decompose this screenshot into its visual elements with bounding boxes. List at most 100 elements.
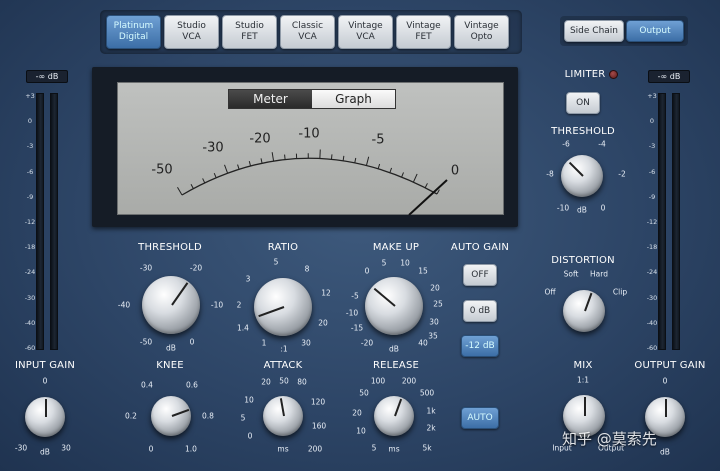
vu-tick	[202, 178, 206, 184]
input-gain-knob-tick-label: -30	[14, 443, 28, 453]
meter-scale-tick: -60	[24, 344, 36, 352]
model-button-0[interactable]: Platinum Digital	[106, 15, 161, 49]
makeup-knob[interactable]	[365, 277, 423, 335]
meter-scale-tick: -18	[24, 243, 36, 252]
makeup-knob-tick-label: 10	[400, 258, 410, 268]
limiter-threshold-knob-tick-label: -2	[618, 169, 626, 179]
ratio-knob[interactable]	[254, 278, 312, 336]
input-level-readout: -∞ dB	[26, 70, 68, 83]
mix-knob-pointer	[584, 396, 586, 416]
vu-tick	[271, 152, 275, 162]
limiter-threshold-knob-tick-label: -4	[598, 139, 606, 149]
meter-scale-tick: 0	[649, 117, 655, 126]
meter-scale-tick: -30	[646, 293, 658, 302]
vu-tick	[412, 173, 418, 183]
input-gain-knob[interactable]	[25, 397, 65, 437]
meter-scale-tick: -30	[24, 293, 36, 302]
ratio-knob-tick-label: 20	[318, 318, 328, 328]
meter-scale-tick: 0	[27, 117, 33, 126]
meter-scale-tick: -40	[646, 318, 658, 327]
makeup-knob-tick-label: 20	[430, 283, 440, 293]
meter-scale-tick: -3	[26, 142, 34, 151]
meter-scale-tick: -40	[24, 318, 36, 327]
makeup-knob-tick-label: -5	[351, 291, 359, 301]
release-knob-tick-label: 2k	[426, 423, 436, 433]
ratio-knob-tick-label: 1	[261, 338, 267, 348]
output-gain-knob-tick-label: 0	[662, 376, 668, 386]
limiter-threshold-knob-pointer	[568, 161, 584, 177]
attack-knob-tick-label: 10	[244, 395, 254, 405]
release-auto-button[interactable]: AUTO	[461, 407, 499, 429]
release-knob-tick-label: ms	[388, 444, 400, 454]
ratio-knob-tick-label: 5	[273, 257, 279, 267]
knee-knob-tick-label: 0	[148, 444, 154, 454]
vu-tick	[190, 184, 194, 189]
distortion-knob-tick-label: Hard	[590, 269, 608, 279]
auto-gain-0db-button[interactable]: 0 dB	[463, 300, 497, 322]
vu-scale-label: -50	[151, 162, 173, 178]
limiter-on-button[interactable]: ON	[566, 92, 600, 114]
threshold-knob-tick-label: -40	[117, 300, 131, 310]
makeup-label: MAKE UP	[372, 242, 420, 253]
attack-knob-tick-label: 200	[307, 444, 323, 454]
model-button-6[interactable]: Vintage Opto	[454, 15, 509, 49]
limiter-threshold-label: THRESHOLD	[551, 126, 615, 137]
attack-knob-tick-label: ms	[277, 444, 289, 454]
limiter-threshold-knob-tick-label: -10	[556, 203, 570, 213]
meter-scale-tick: -6	[26, 167, 34, 176]
auto-gain-minus12-button[interactable]: -12 dB	[461, 335, 499, 357]
vu-tick	[248, 161, 252, 167]
vu-tick	[342, 155, 345, 161]
model-button-1[interactable]: Studio VCA	[164, 15, 219, 49]
ratio-knob-tick-label: 3	[245, 274, 251, 284]
threshold-knob-tick-label: -20	[189, 263, 203, 273]
attack-knob-pointer	[279, 397, 285, 417]
knee-knob-tick-label: 1.0	[185, 444, 197, 454]
side-chain-button[interactable]: Side Chain	[564, 20, 624, 42]
limiter-threshold-knob[interactable]	[561, 155, 603, 197]
makeup-knob-tick-label: dB	[389, 344, 399, 354]
threshold-knob[interactable]	[142, 276, 200, 334]
mix-knob-tick-label: 1:1	[576, 375, 590, 385]
vu-scale-label: 0	[450, 163, 460, 179]
knee-knob[interactable]	[151, 396, 191, 436]
model-button-5[interactable]: Vintage FET	[396, 15, 451, 49]
model-button-3[interactable]: Classic VCA	[280, 15, 335, 49]
vu-scale-label: -5	[371, 132, 385, 148]
meter-scale-tick: -3	[648, 142, 656, 151]
meter-scale-tick: -9	[648, 192, 656, 201]
makeup-knob-tick-label: -20	[360, 338, 374, 348]
auto-gain-off-button[interactable]: OFF	[463, 264, 497, 286]
distortion-knob-tick-label: Clip	[612, 287, 628, 297]
makeup-knob-tick-label: 5	[381, 258, 387, 268]
ratio-knob-tick-label: 2	[236, 300, 242, 310]
makeup-knob-tick-label: 40	[418, 338, 428, 348]
release-knob[interactable]	[374, 396, 414, 436]
release-knob-tick-label: 1k	[426, 406, 436, 416]
meter-scale-tick: -12	[24, 218, 36, 226]
vu-tick	[365, 156, 370, 166]
output-button[interactable]: Output	[626, 20, 684, 42]
vu-tick	[213, 172, 217, 178]
output-gain-label: OUTPUT GAIN	[634, 360, 706, 371]
vu-meter-arc	[177, 149, 448, 215]
release-knob-tick-label: 50	[359, 388, 369, 398]
distortion-knob-tick-label: Off	[544, 287, 556, 297]
model-button-4[interactable]: Vintage VCA	[338, 15, 393, 49]
attack-knob-tick-label: 80	[297, 377, 307, 387]
vu-tick	[389, 167, 393, 173]
release-knob-tick-label: 5k	[422, 443, 432, 453]
input-gain-knob-tick-label: 30	[61, 443, 71, 453]
model-button-2[interactable]: Studio FET	[222, 15, 277, 49]
vu-tick	[424, 183, 428, 188]
input-gain-knob-tick-label: 0	[42, 376, 48, 386]
limiter-threshold-knob-tick-label: dB	[577, 205, 587, 215]
threshold-label: THRESHOLD	[138, 242, 202, 253]
makeup-knob-tick-label: 35	[428, 331, 438, 341]
attack-knob[interactable]	[263, 396, 303, 436]
distortion-knob[interactable]	[563, 290, 605, 332]
ratio-knob-tick-label: 30	[301, 338, 311, 348]
meter-scale-tick: -24	[24, 268, 36, 277]
knee-knob-tick-label: 0.8	[202, 411, 214, 421]
limiter-threshold-knob-tick-label: -6	[562, 139, 570, 149]
